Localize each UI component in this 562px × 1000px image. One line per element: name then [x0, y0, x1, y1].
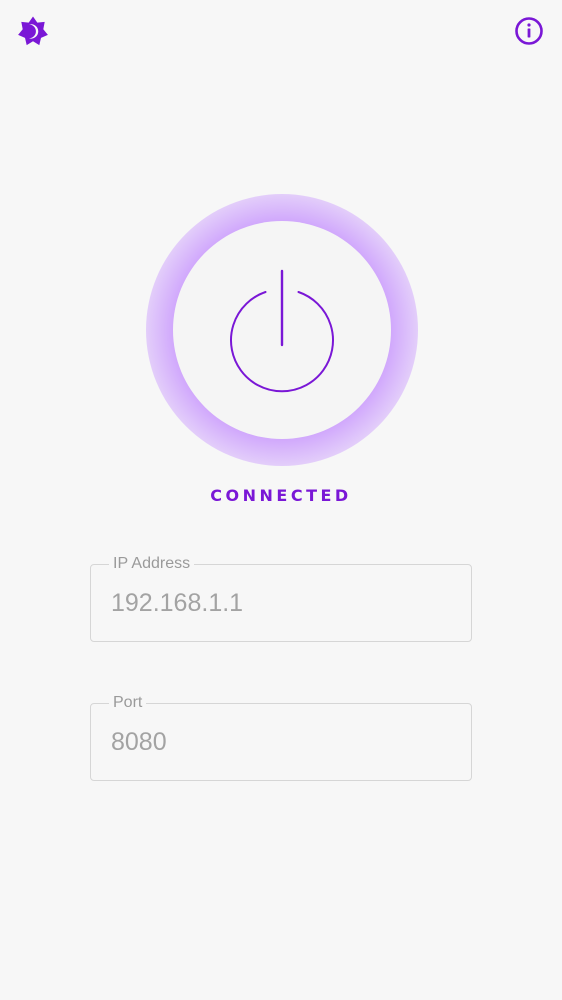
- info-button[interactable]: [511, 15, 547, 51]
- brightness-icon: [17, 15, 49, 51]
- port-field: Port: [90, 693, 472, 781]
- port-input[interactable]: [111, 704, 451, 780]
- info-icon: [513, 15, 545, 51]
- ip-address-input[interactable]: [111, 565, 451, 641]
- power-button-container: [146, 194, 418, 466]
- power-icon: [227, 263, 337, 397]
- theme-toggle-button[interactable]: [15, 15, 51, 51]
- power-button[interactable]: [173, 221, 391, 439]
- connection-status: CONNECTED: [210, 486, 352, 505]
- ip-address-field: IP Address: [90, 554, 472, 642]
